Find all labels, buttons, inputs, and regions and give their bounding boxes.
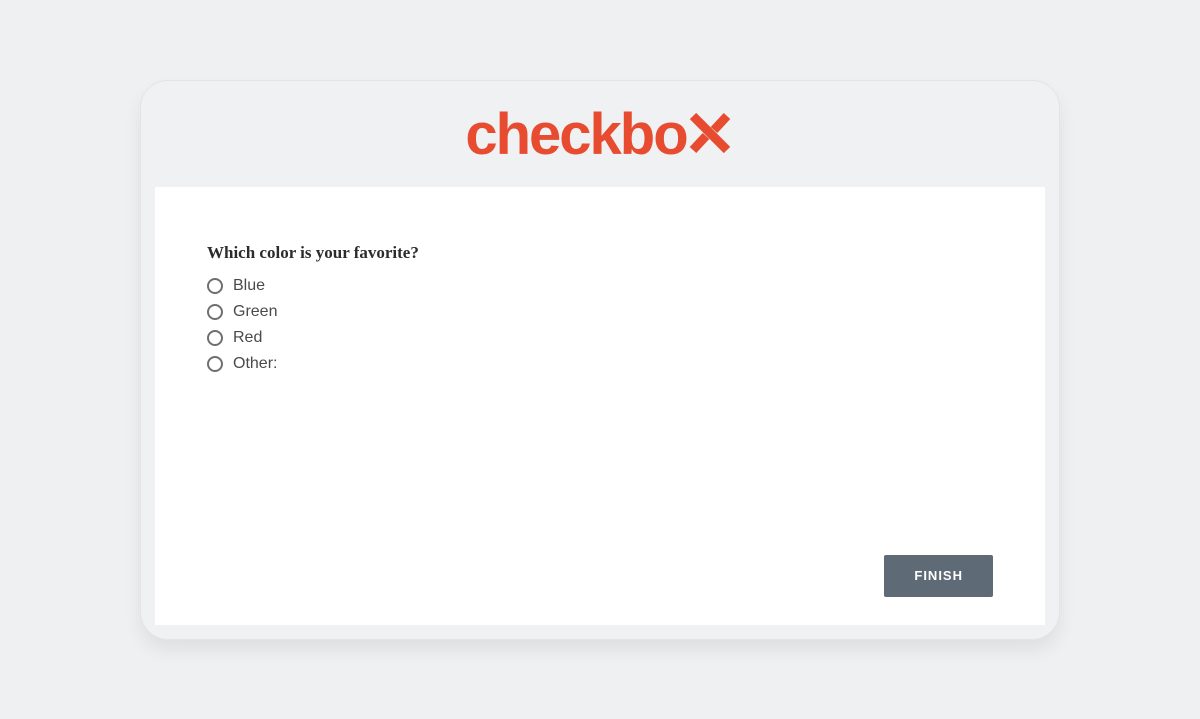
- option-label: Other:: [233, 355, 277, 373]
- option-label: Red: [233, 329, 262, 347]
- radio-icon: [207, 330, 223, 346]
- card-footer: FINISH: [207, 555, 993, 597]
- brand-wordmark-prefix: checkbo: [465, 106, 686, 164]
- options-group: Blue Green Red Other:: [207, 277, 993, 373]
- option-red[interactable]: Red: [207, 329, 993, 347]
- radio-icon: [207, 278, 223, 294]
- finish-button[interactable]: FINISH: [884, 555, 993, 597]
- survey-card: checkbo Which color is your favorite? Bl…: [140, 80, 1060, 640]
- survey-content: Which color is your favorite? Blue Green…: [155, 187, 1045, 625]
- radio-icon: [207, 356, 223, 372]
- option-label: Blue: [233, 277, 265, 295]
- radio-icon: [207, 304, 223, 320]
- brand-logo: checkbo: [465, 104, 734, 164]
- option-green[interactable]: Green: [207, 303, 993, 321]
- option-other[interactable]: Other:: [207, 355, 993, 373]
- brand-x-icon: [685, 108, 735, 158]
- option-blue[interactable]: Blue: [207, 277, 993, 295]
- option-label: Green: [233, 303, 277, 321]
- card-header: checkbo: [141, 81, 1059, 187]
- question-text: Which color is your favorite?: [207, 243, 993, 263]
